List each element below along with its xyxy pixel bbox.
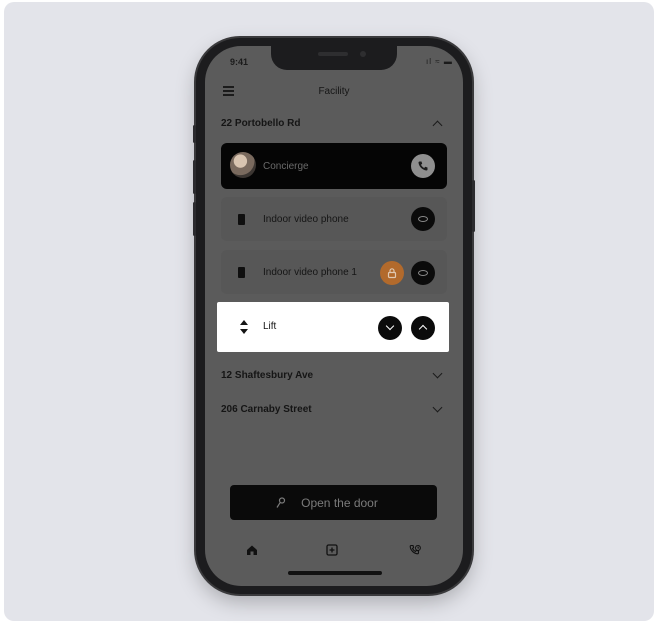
lift-up-button[interactable] (411, 316, 435, 340)
chevron-down-icon (385, 321, 395, 331)
lift-down-button[interactable] (378, 316, 402, 340)
eye-icon (418, 216, 428, 222)
view-button[interactable] (411, 207, 435, 231)
device-label: Indoor video phone (263, 214, 349, 225)
video-phone-icon (238, 267, 245, 278)
status-time: 9:41 (230, 57, 249, 67)
side-button-right (472, 180, 475, 232)
front-camera (360, 51, 366, 57)
group-title-portobello[interactable]: 22 Portobello Rd (221, 118, 300, 129)
video-phone-icon (238, 214, 245, 225)
unlock-button[interactable] (380, 261, 404, 285)
lock-icon (387, 268, 397, 279)
group-title-carnaby[interactable]: 206 Carnaby Street (221, 404, 312, 415)
lift-arrows-icon (240, 320, 248, 334)
speaker (318, 52, 348, 56)
device-label: Indoor video phone 1 (263, 267, 357, 278)
open-door-label: Open the door (301, 496, 378, 510)
side-button-left-1 (193, 125, 196, 143)
side-button-left-3 (193, 202, 196, 236)
page-title: Facility (318, 86, 350, 97)
status-icons: ıl ≈ ▬ (426, 57, 453, 66)
chevron-up-icon (418, 324, 428, 334)
side-button-left-2 (193, 160, 196, 194)
eye-icon (418, 270, 428, 276)
phone-icon (418, 161, 428, 171)
lift-label: Lift (263, 321, 277, 332)
concierge-label: Concierge (263, 161, 309, 172)
notch (271, 46, 397, 70)
call-history-icon[interactable] (409, 544, 422, 556)
home-indicator (288, 571, 382, 575)
group-title-shaftesbury[interactable]: 12 Shaftesbury Ave (221, 370, 313, 381)
add-icon[interactable] (326, 544, 338, 556)
home-icon[interactable] (246, 544, 258, 556)
view-button[interactable] (411, 261, 435, 285)
menu-icon[interactable] (223, 86, 234, 96)
call-button[interactable] (411, 154, 435, 178)
avatar (230, 152, 256, 178)
